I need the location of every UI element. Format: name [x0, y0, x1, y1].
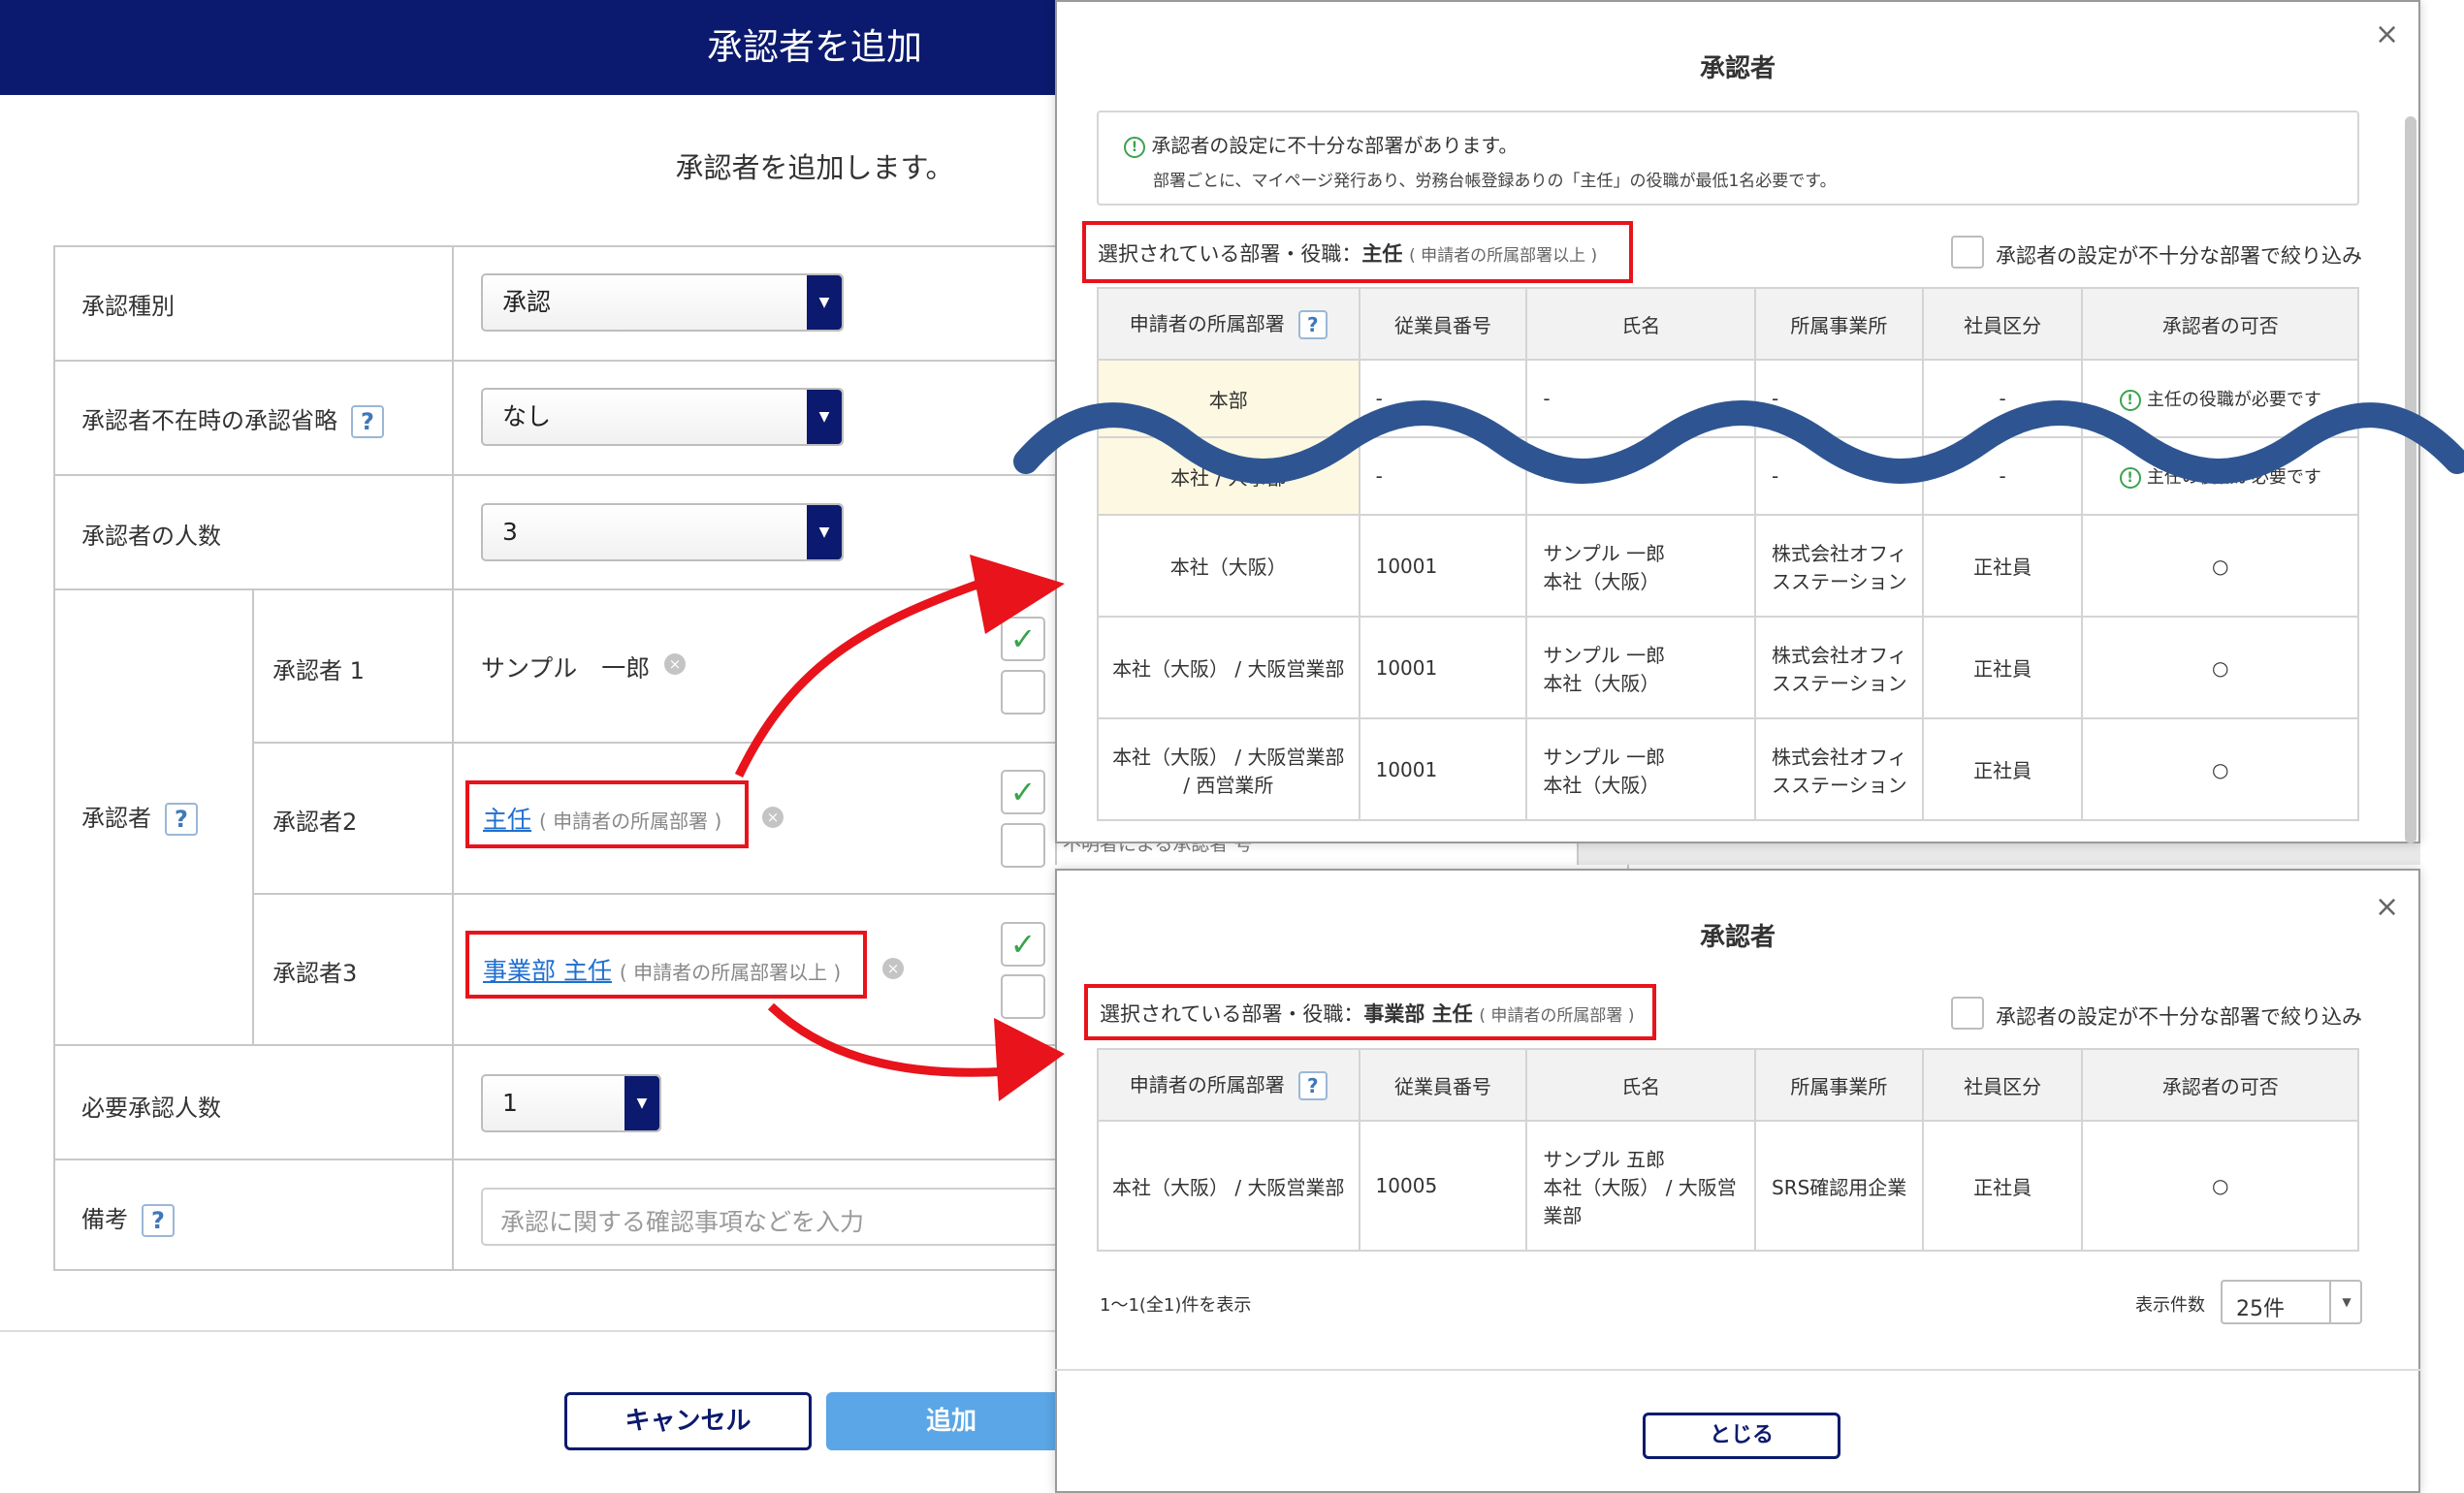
arrow-head-2: [994, 1018, 1065, 1101]
wave-break-line: [1013, 400, 2464, 484]
arrow-to-modal-2: [767, 1002, 1009, 1077]
annotation-overlay: [734, 400, 2464, 1101]
arrow-head-1: [970, 555, 1065, 634]
arrow-to-modal-1: [734, 572, 1001, 778]
